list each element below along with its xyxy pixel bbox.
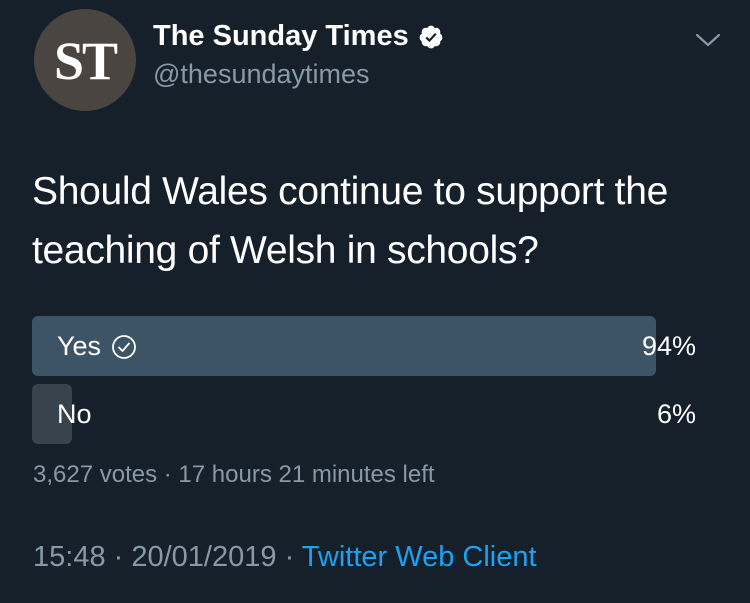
poll-option-no: No 6% (32, 384, 696, 444)
tweet-date[interactable]: 20/01/2019 (131, 541, 276, 573)
chevron-down-icon[interactable] (694, 30, 722, 50)
timestamp-separator: · (105, 541, 132, 573)
verified-badge-icon (419, 25, 443, 48)
author-handle[interactable]: @thesundaytimes (153, 59, 370, 90)
tweet-timestamp: 15:48 · 20/01/2019 · Twitter Web Client (33, 541, 537, 574)
author-name-row: The Sunday Times (153, 20, 444, 53)
timestamp-separator: · (276, 541, 302, 573)
poll-option-yes: Yes 94% (32, 316, 696, 376)
poll-option-label: Yes (57, 331, 102, 361)
poll-percent: 94% (641, 331, 696, 361)
meta-separator: · (157, 461, 179, 488)
poll-option-label-container: No (57, 399, 92, 430)
tweet-client-link[interactable]: Twitter Web Client (302, 541, 537, 573)
poll-time-left: 17 hours 21 minutes left (178, 461, 435, 488)
check-circle-icon (112, 334, 136, 359)
avatar[interactable]: ST (34, 9, 136, 111)
poll-option-label: No (57, 399, 92, 429)
avatar-logo-text: ST (53, 31, 118, 91)
tweet-time[interactable]: 15:48 (33, 541, 106, 573)
author-display-name[interactable]: The Sunday Times (153, 20, 409, 53)
poll-meta: 3,627 votes · 17 hours 21 minutes left (33, 461, 435, 489)
tweet-text: Should Wales continue to support the tea… (32, 170, 668, 272)
poll-option-label-container: Yes (57, 331, 137, 362)
poll-vote-count: 3,627 votes (33, 461, 158, 488)
poll-percent: 6% (656, 399, 696, 429)
